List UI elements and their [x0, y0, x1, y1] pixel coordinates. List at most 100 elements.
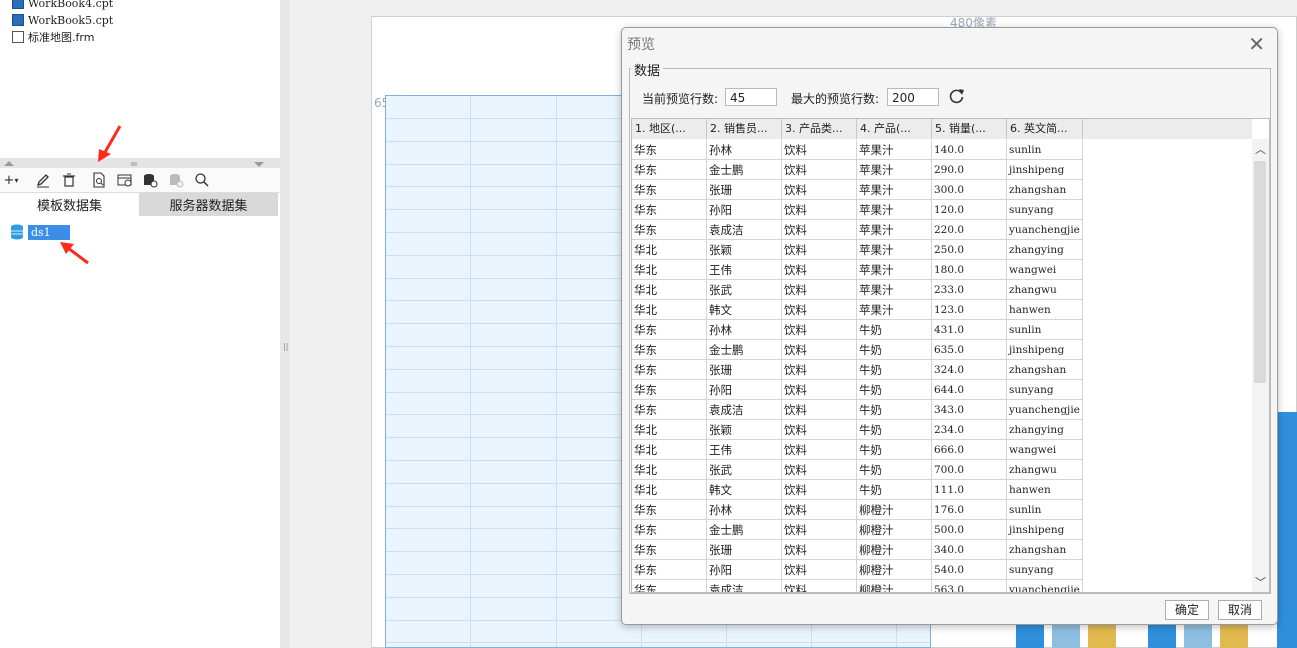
- table-cell: 华东: [632, 580, 707, 592]
- table-cell: 饮料: [782, 300, 857, 320]
- table-cell: 华北: [632, 420, 707, 440]
- table-row[interactable]: 华北 韩文 饮料 牛奶 111.0 hanwen: [632, 480, 1083, 500]
- search-icon[interactable]: [193, 171, 211, 189]
- column-header[interactable]: 1. 地区(...: [632, 119, 707, 139]
- max-rows-input[interactable]: 200: [887, 88, 939, 106]
- table-row[interactable]: 华东 袁成洁 饮料 柳橙汁 563.0 yuanchengjie: [632, 580, 1083, 592]
- tab-server-dataset[interactable]: 服务器数据集: [139, 193, 278, 216]
- table-cell: 644.0: [932, 380, 1007, 400]
- table-cell: 饮料: [782, 260, 857, 280]
- chart-bar: [1277, 412, 1297, 648]
- panel-divider[interactable]: ||: [280, 0, 290, 648]
- table-cell: 袁成洁: [707, 580, 782, 592]
- file-item[interactable]: 标准地图.frm: [12, 29, 94, 45]
- preview-icon[interactable]: [90, 171, 108, 189]
- cancel-button[interactable]: 取消: [1218, 600, 1262, 620]
- table-cell: 500.0: [932, 520, 1007, 540]
- cpt-file-icon: [12, 14, 24, 26]
- table-row[interactable]: 华北 韩文 饮料 苹果汁 123.0 hanwen: [632, 300, 1083, 320]
- table-row[interactable]: 华东 金士鹏 饮料 苹果汁 290.0 jinshipeng: [632, 160, 1083, 180]
- table-row[interactable]: 华东 孙林 饮料 牛奶 431.0 sunlin: [632, 320, 1083, 340]
- table-row[interactable]: 华东 孙林 饮料 苹果汁 140.0 sunlin: [632, 140, 1083, 160]
- table-cell: 王伟: [707, 440, 782, 460]
- table-cell: 张珊: [707, 540, 782, 560]
- grid-col-line: [556, 96, 557, 647]
- table-row[interactable]: 华东 孙阳 饮料 苹果汁 120.0 sunyang: [632, 200, 1083, 220]
- table-cell: 牛奶: [857, 400, 932, 420]
- table-row[interactable]: 华东 袁成洁 饮料 牛奶 343.0 yuanchengjie: [632, 400, 1083, 420]
- refresh-icon[interactable]: [949, 88, 965, 108]
- table-cell: 孙阳: [707, 380, 782, 400]
- ok-button[interactable]: 确定: [1165, 600, 1209, 620]
- add-icon[interactable]: + ▾: [0, 171, 22, 189]
- scroll-down-icon[interactable]: ﹀: [1255, 574, 1266, 590]
- table-cell: sunlin: [1007, 500, 1083, 520]
- table-cell: 张颖: [707, 420, 782, 440]
- annotation-arrow-icon: [60, 242, 89, 265]
- table-cell: 柳橙汁: [857, 580, 932, 592]
- table-cell: 牛奶: [857, 460, 932, 480]
- preview-table: 1. 地区(... 2. 销售员... 3. 产品类... 4. 产品(... 5. 销…: [631, 118, 1270, 593]
- table-cell: zhangshan: [1007, 540, 1083, 560]
- table-cell: yuanchengjie: [1007, 400, 1083, 420]
- table-row[interactable]: 华北 王伟 饮料 苹果汁 180.0 wangwei: [632, 260, 1083, 280]
- cpt-file-icon: [12, 0, 24, 9]
- table-row[interactable]: 华东 袁成洁 饮料 苹果汁 220.0 yuanchengjie: [632, 220, 1083, 240]
- server-dataset-icon[interactable]: [116, 171, 134, 189]
- delete-icon[interactable]: [60, 171, 78, 189]
- database-icon[interactable]: [141, 171, 159, 189]
- table-row[interactable]: 华北 张颖 饮料 苹果汁 250.0 zhangying: [632, 240, 1083, 260]
- table-cell: 饮料: [782, 560, 857, 580]
- table-cell: 666.0: [932, 440, 1007, 460]
- vertical-scrollbar[interactable]: ︿ ﹀: [1252, 139, 1269, 592]
- file-item[interactable]: WorkBook5.cpt: [12, 12, 113, 28]
- table-cell: 牛奶: [857, 340, 932, 360]
- table-cell: 华东: [632, 400, 707, 420]
- current-rows-label: 当前预览行数:: [642, 92, 719, 106]
- table-cell: 540.0: [932, 560, 1007, 580]
- scrollbar-thumb[interactable]: [1254, 161, 1266, 383]
- edit-icon[interactable]: [34, 171, 52, 189]
- column-header[interactable]: 3. 产品类...: [782, 119, 857, 139]
- table-cell: 柳橙汁: [857, 560, 932, 580]
- table-cell: 牛奶: [857, 360, 932, 380]
- panel-splitter[interactable]: [0, 158, 280, 168]
- table-cell: 华北: [632, 240, 707, 260]
- table-row[interactable]: 华东 金士鹏 饮料 柳橙汁 500.0 jinshipeng: [632, 520, 1083, 540]
- table-cell: 孙阳: [707, 200, 782, 220]
- column-header[interactable]: 6. 英文简...: [1007, 119, 1083, 139]
- table-cell: 苹果汁: [857, 220, 932, 240]
- table-row[interactable]: 华北 张武 饮料 牛奶 700.0 zhangwu: [632, 460, 1083, 480]
- table-cell: sunlin: [1007, 140, 1083, 160]
- table-row[interactable]: 华东 张珊 饮料 苹果汁 300.0 zhangshan: [632, 180, 1083, 200]
- scroll-up-icon[interactable]: ︿: [1255, 141, 1266, 157]
- table-row[interactable]: 华东 张珊 饮料 柳橙汁 340.0 zhangshan: [632, 540, 1083, 560]
- file-item[interactable]: WorkBook4.cpt: [12, 0, 113, 11]
- table-cell: 苹果汁: [857, 300, 932, 320]
- table-cell: 苹果汁: [857, 180, 932, 200]
- chart-bar: [1184, 624, 1212, 648]
- table-row[interactable]: 华北 张颖 饮料 牛奶 234.0 zhangying: [632, 420, 1083, 440]
- table-cell: 金士鹏: [707, 520, 782, 540]
- column-header[interactable]: 2. 销售员...: [707, 119, 782, 139]
- table-row[interactable]: 华东 孙阳 饮料 柳橙汁 540.0 sunyang: [632, 560, 1083, 580]
- table-row[interactable]: 华北 张武 饮料 苹果汁 233.0 zhangwu: [632, 280, 1083, 300]
- table-cell: 孙阳: [707, 560, 782, 580]
- column-header[interactable]: 5. 销量(...: [932, 119, 1007, 139]
- table-row[interactable]: 华东 孙阳 饮料 牛奶 644.0 sunyang: [632, 380, 1083, 400]
- table-row[interactable]: 华东 张珊 饮料 牛奶 324.0 zhangshan: [632, 360, 1083, 380]
- table-cell: wangwei: [1007, 260, 1083, 280]
- table-cell: 华北: [632, 440, 707, 460]
- close-icon[interactable]: ✕: [1248, 32, 1265, 56]
- table-row[interactable]: 华北 王伟 饮料 牛奶 666.0 wangwei: [632, 440, 1083, 460]
- table-cell: 饮料: [782, 180, 857, 200]
- file-name: 标准地图.frm: [28, 31, 95, 44]
- table-row[interactable]: 华东 金士鹏 饮料 牛奶 635.0 jinshipeng: [632, 340, 1083, 360]
- table-cell: jinshipeng: [1007, 160, 1083, 180]
- current-rows-input[interactable]: 45: [725, 88, 777, 106]
- tab-template-dataset[interactable]: 模板数据集: [0, 193, 139, 216]
- table-cell: 王伟: [707, 260, 782, 280]
- table-row[interactable]: 华东 孙林 饮料 柳橙汁 176.0 sunlin: [632, 500, 1083, 520]
- chart-bar: [1148, 624, 1176, 648]
- column-header[interactable]: 4. 产品(...: [857, 119, 932, 139]
